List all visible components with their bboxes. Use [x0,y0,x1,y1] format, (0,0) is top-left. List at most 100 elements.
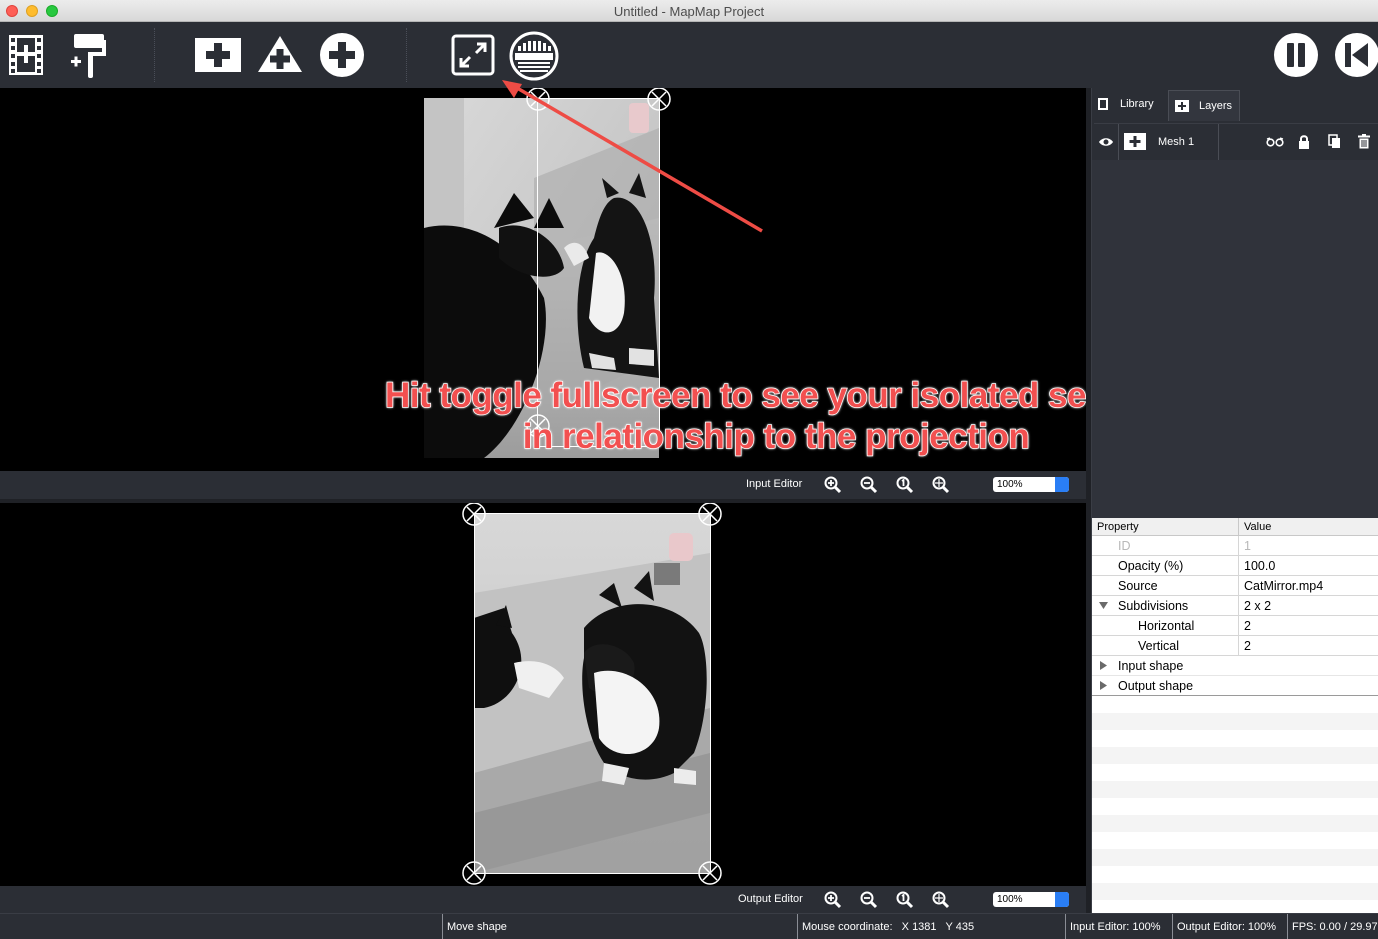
circle-plus-icon [320,33,364,77]
main-toolbar [0,22,1378,88]
toolbar-separator [154,28,155,82]
output-shape-overlay [462,503,722,885]
property-name: ID [1118,539,1131,553]
property-row-source[interactable]: Source CatMirror.mp4 [1092,576,1378,596]
property-row-horizontal[interactable]: Horizontal 2 [1092,616,1378,636]
eye-icon[interactable] [1098,136,1114,148]
value-header: Value [1239,518,1378,536]
property-row-input-shape[interactable]: Input shape [1092,656,1378,676]
mesh-icon [1124,133,1146,150]
empty-row [1092,849,1378,866]
zoom-out-icon[interactable] [860,891,878,909]
title-bar: Untitled - MapMap Project [0,0,1378,22]
empty-row [1092,883,1378,900]
status-output-zoom: Output Editor: 100% [1172,914,1287,939]
skip-back-icon [1335,33,1378,77]
add-color-button[interactable] [68,32,108,78]
property-name: Opacity (%) [1118,559,1184,573]
empty-row [1092,713,1378,730]
zoom-fit-icon[interactable] [932,476,950,494]
add-mesh-button[interactable] [194,36,242,74]
triangle-plus-icon [258,36,302,72]
pause-button[interactable] [1272,31,1320,79]
toggle-fullscreen-button[interactable] [450,34,496,76]
mouse-coordinate-label: Mouse coordinate: [802,921,893,933]
status-action: Move shape [442,914,797,939]
trash-icon[interactable] [1358,134,1370,149]
collapsed-arrow-icon[interactable] [1100,661,1108,670]
status-mouse-coordinate: Mouse coordinate: X 1381 Y 435 [797,914,1065,939]
empty-row [1092,815,1378,832]
property-row-output-shape[interactable]: Output shape [1092,676,1378,696]
zoom-reset-icon[interactable] [896,891,914,909]
tab-layers-label: Layers [1199,100,1233,112]
property-name: Input shape [1118,659,1184,673]
add-ellipse-button[interactable] [318,31,366,79]
status-fps: FPS: 0.00 / 29.97 [1287,914,1378,939]
zoom-fit-icon[interactable] [932,891,950,909]
output-editor-label: Output Editor [738,893,803,905]
expanded-arrow-icon[interactable] [1099,602,1108,610]
property-table: Property Value ID 1 Opacity (%) 100.0 So… [1092,518,1378,913]
window-title: Untitled - MapMap Project [613,4,765,19]
property-row-opacity[interactable]: Opacity (%) 100.0 [1092,556,1378,576]
layer-name: Mesh 1 [1158,136,1195,148]
layer-list [1092,160,1378,520]
property-value[interactable]: 100.0 [1244,559,1275,573]
plus-icon [1175,100,1189,112]
property-row-subdivisions[interactable]: Subdivisions 2 x 2 [1092,596,1378,616]
paint-roller-plus-icon [71,34,106,78]
add-triangle-button[interactable] [256,34,304,74]
zoom-reset-icon[interactable] [896,476,914,494]
library-icon [1098,98,1108,110]
tab-library-label: Library [1120,98,1154,110]
property-name: Output shape [1118,679,1194,693]
annotation-line-1: Hit toggle fullscreen to see your isolat… [384,375,1168,416]
annotation-arrow [513,88,763,233]
property-row-vertical[interactable]: Vertical 2 [1092,636,1378,656]
property-value: 2 x 2 [1244,599,1272,613]
lock-icon[interactable] [1298,134,1310,149]
input-editor-bar: Input Editor 100% [0,471,1086,499]
square-plus-icon [195,38,241,72]
solo-icon[interactable] [1266,137,1284,147]
property-value[interactable]: CatMirror.mp4 [1244,579,1323,593]
tab-layers[interactable]: Layers [1168,90,1240,121]
status-bar: Move shape Mouse coordinate: X 1381 Y 43… [0,913,1378,939]
film-plus-icon [9,35,43,75]
tab-library[interactable]: Library [1096,90,1168,118]
select-arrows-icon [1055,892,1069,907]
property-value: 1 [1244,539,1251,553]
output-zoom-select[interactable]: 100% [993,892,1069,907]
zoom-in-icon[interactable] [824,476,842,494]
property-name: Vertical [1138,639,1179,653]
annotation-line-2: in relationship to the projection [522,416,1031,457]
property-name: Subdivisions [1118,599,1189,613]
add-media-button[interactable] [6,34,46,76]
empty-row [1092,781,1378,798]
layer-row-mesh-1[interactable]: Mesh 1 [1094,123,1378,161]
zoom-in-icon[interactable] [824,891,842,909]
fullscreen-icon [451,34,495,76]
select-arrows-icon [1055,477,1069,492]
property-row-id: ID 1 [1092,536,1378,556]
input-zoom-value: 100% [997,479,1023,490]
toolbar-separator [406,28,407,82]
collapsed-arrow-icon[interactable] [1100,681,1108,690]
mouse-y-value: Y 435 [945,921,975,933]
editor-splitter[interactable] [0,499,1086,503]
output-editor-bar: Output Editor 100% [0,886,1086,914]
input-zoom-select[interactable]: 100% [993,477,1069,492]
property-value[interactable]: 2 [1244,619,1251,633]
zoom-out-icon[interactable] [860,476,878,494]
empty-row [1092,747,1378,764]
duplicate-icon[interactable] [1328,134,1341,149]
output-editor-canvas[interactable] [0,503,1086,886]
input-editor-label: Input Editor [746,478,803,490]
property-name: Source [1118,579,1158,593]
mouse-x-value: X 1381 [901,921,937,933]
rewind-button[interactable] [1334,31,1378,79]
output-zoom-value: 100% [997,894,1023,905]
property-name: Horizontal [1138,619,1195,633]
property-value[interactable]: 2 [1244,639,1251,653]
